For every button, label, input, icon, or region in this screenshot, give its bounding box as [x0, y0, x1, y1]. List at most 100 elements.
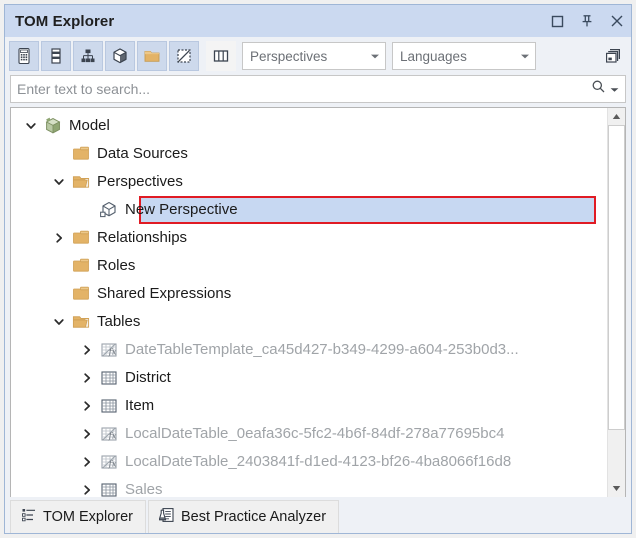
- chevron-right-icon[interactable]: [77, 336, 97, 364]
- scrollbar-track[interactable]: [608, 125, 625, 480]
- languages-dropdown[interactable]: Languages: [392, 42, 536, 70]
- languages-dropdown-value: Languages: [393, 49, 515, 64]
- hidden-objects-button[interactable]: [169, 41, 199, 71]
- model-icon: [41, 112, 65, 140]
- perspective-icon: [97, 196, 121, 224]
- svg-text:fx: fx: [108, 347, 117, 357]
- tree-item[interactable]: District: [11, 364, 607, 392]
- folder-closed-icon: [69, 280, 93, 308]
- tree-item[interactable]: Shared Expressions: [11, 280, 607, 308]
- folder-open-icon: [69, 308, 93, 336]
- tree-item[interactable]: Data Sources: [11, 140, 607, 168]
- tree-item-label: Relationships: [93, 224, 187, 252]
- tree-item-label: Tables: [93, 308, 140, 336]
- table-icon: [97, 364, 121, 392]
- tab-tom-explorer[interactable]: TOM Explorer: [10, 500, 146, 533]
- maximize-icon[interactable]: [549, 13, 565, 29]
- tree-item-label: Shared Expressions: [93, 280, 231, 308]
- columns-view-button[interactable]: [206, 41, 236, 71]
- tree-twisty-placeholder: [49, 140, 69, 168]
- list-tree-icon: [21, 507, 37, 528]
- folder-open-icon: [69, 168, 93, 196]
- table-icon: [97, 476, 121, 497]
- tree-twisty-placeholder: [77, 196, 97, 224]
- chevron-down-icon[interactable]: [21, 112, 41, 140]
- chevron-right-icon[interactable]: [77, 392, 97, 420]
- tom-explorer-window: TOM Explorer: [4, 4, 632, 534]
- chevron-down-icon: [365, 53, 385, 60]
- scroll-down-icon[interactable]: [608, 480, 625, 497]
- tree-item-label: Perspectives: [93, 168, 183, 196]
- tom-explorer-window-root: TOM Explorer: [0, 0, 636, 538]
- tree-item-label: New Perspective: [121, 196, 238, 224]
- tabbar-filler: [339, 500, 626, 533]
- display-folders-button[interactable]: [137, 41, 167, 71]
- calc-table-icon: fx: [97, 336, 121, 364]
- tree-item[interactable]: Item: [11, 392, 607, 420]
- tree-item-label: LocalDateTable_2403841f-d1ed-4123-bf26-4…: [121, 448, 511, 476]
- chevron-right-icon[interactable]: [77, 476, 97, 497]
- tree-vertical-scrollbar[interactable]: [607, 108, 625, 497]
- pin-icon[interactable]: [579, 13, 595, 29]
- chevron-down-icon[interactable]: [610, 80, 619, 98]
- perspectives-dropdown-value: Perspectives: [243, 49, 365, 64]
- measures-button[interactable]: [9, 41, 39, 71]
- search-input[interactable]: [11, 80, 591, 98]
- tree-item[interactable]: fx LocalDateTable_0eafa36c-5fc2-4b6f-84d…: [11, 420, 607, 448]
- tree-twisty-placeholder: [49, 280, 69, 308]
- search-bar: [10, 75, 626, 103]
- model-tree[interactable]: Model Data Sources Perspectives New Pers…: [11, 108, 607, 497]
- cascade-windows-button[interactable]: [599, 42, 627, 70]
- chevron-right-icon[interactable]: [49, 224, 69, 252]
- hierarchies-button[interactable]: [73, 41, 103, 71]
- chevron-right-icon[interactable]: [77, 364, 97, 392]
- tree-item-label: DateTableTemplate_ca45d427-b349-4299-a60…: [121, 336, 519, 364]
- tree-item[interactable]: Perspectives: [11, 168, 607, 196]
- tree-twisty-placeholder: [49, 252, 69, 280]
- perspectives-button[interactable]: [105, 41, 135, 71]
- chevron-down-icon[interactable]: [49, 308, 69, 336]
- tree-item[interactable]: Roles: [11, 252, 607, 280]
- chevron-down-icon[interactable]: [49, 168, 69, 196]
- tab-best-practice-analyzer-label: Best Practice Analyzer: [181, 509, 326, 525]
- titlebar: TOM Explorer: [5, 5, 631, 37]
- tree-item[interactable]: Relationships: [11, 224, 607, 252]
- svg-text:fx: fx: [108, 431, 117, 441]
- folder-closed-icon: [69, 140, 93, 168]
- folder-closed-icon: [69, 252, 93, 280]
- tree-item[interactable]: Model: [11, 112, 607, 140]
- chevron-right-icon[interactable]: [77, 448, 97, 476]
- window-title: TOM Explorer: [5, 13, 114, 30]
- tab-best-practice-analyzer[interactable]: Best Practice Analyzer: [148, 500, 339, 533]
- tree-item[interactable]: Tables: [11, 308, 607, 336]
- magnifier-icon[interactable]: [591, 79, 606, 99]
- bottom-tabbar: TOM Explorer Best Practice Analyzer: [5, 497, 631, 533]
- tab-tom-explorer-label: TOM Explorer: [43, 509, 133, 525]
- scrollbar-thumb[interactable]: [608, 125, 625, 430]
- tree-item[interactable]: fx LocalDateTable_2403841f-d1ed-4123-bf2…: [11, 448, 607, 476]
- tree-item[interactable]: fx DateTableTemplate_ca45d427-b349-4299-…: [11, 336, 607, 364]
- tree-item-label: Roles: [93, 252, 135, 280]
- perspectives-dropdown[interactable]: Perspectives: [242, 42, 386, 70]
- chevron-right-icon[interactable]: [77, 420, 97, 448]
- tree-item-label: Sales: [121, 476, 163, 497]
- tree-item[interactable]: Sales: [11, 476, 607, 497]
- svg-text:fx: fx: [108, 459, 117, 469]
- tree-item[interactable]: New Perspective: [11, 196, 607, 224]
- search-bar-icons: [591, 79, 625, 99]
- close-icon[interactable]: [609, 13, 625, 29]
- window-controls: [549, 5, 625, 37]
- calc-table-icon: fx: [97, 420, 121, 448]
- tree-item-label: LocalDateTable_0eafa36c-5fc2-4b6f-84df-2…: [121, 420, 504, 448]
- table-icon: [97, 392, 121, 420]
- analyzer-icon: [159, 507, 175, 528]
- columns-button[interactable]: [41, 41, 71, 71]
- calc-table-icon: fx: [97, 448, 121, 476]
- scroll-up-icon[interactable]: [608, 108, 625, 125]
- tree-item-label: Model: [65, 112, 110, 140]
- tree-item-label: Item: [121, 392, 154, 420]
- tree-panel: Model Data Sources Perspectives New Pers…: [10, 107, 626, 497]
- chevron-down-icon: [515, 53, 535, 60]
- toolbar: Perspectives Languages: [5, 37, 631, 75]
- tree-item-label: District: [121, 364, 171, 392]
